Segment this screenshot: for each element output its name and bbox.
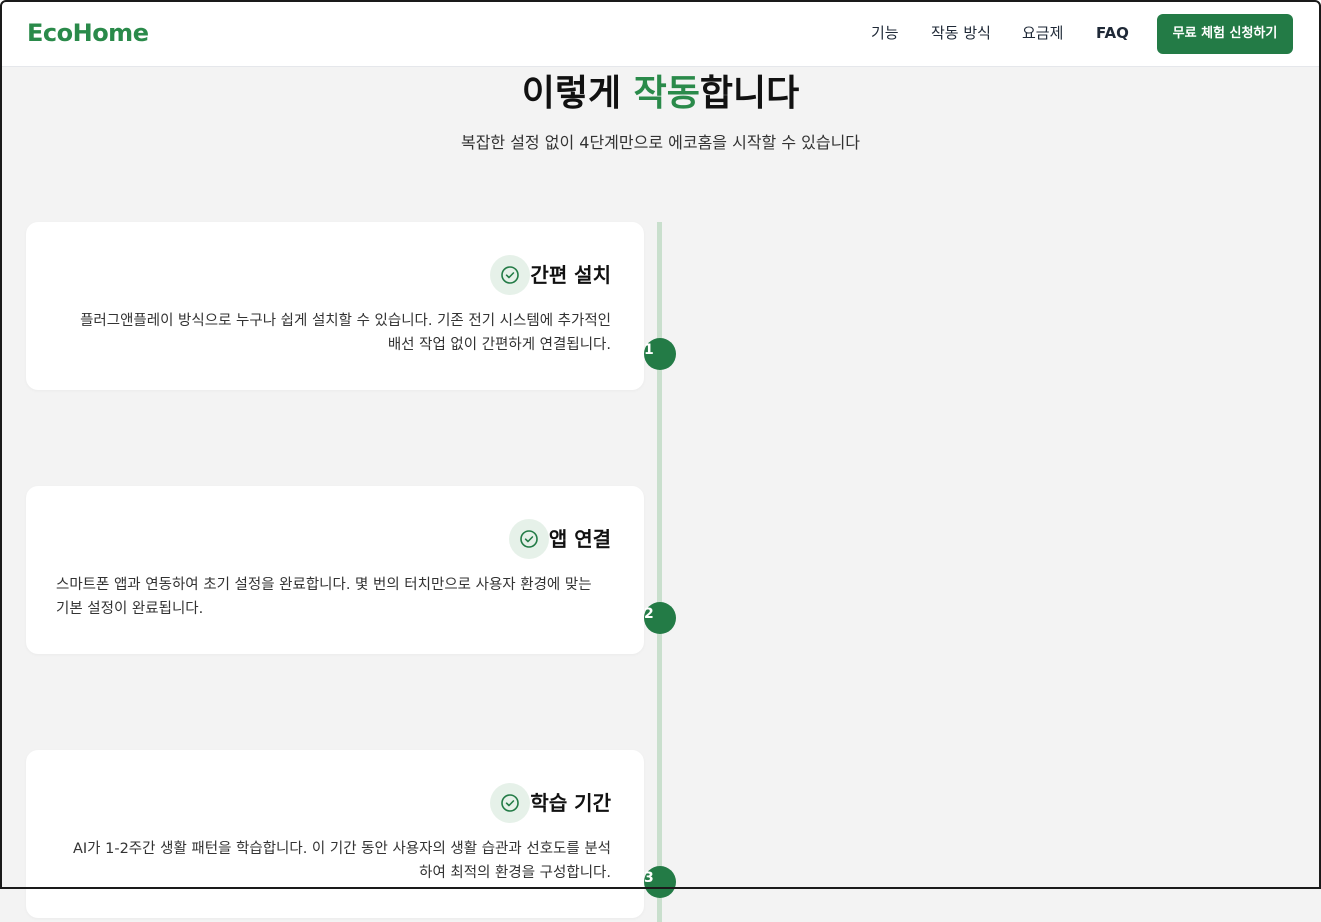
- step-card-3: 학습 기간 AI가 1-2주간 생활 패턴을 학습합니다. 이 기간 동안 사용…: [26, 750, 644, 918]
- step-description: AI가 1-2주간 생활 패턴을 학습합니다. 이 기간 동안 사용자의 생활 …: [56, 837, 611, 885]
- step-title: 학습 기간: [530, 791, 611, 815]
- step-marker-3: 3: [644, 866, 676, 898]
- step-description-line: 기본 설정이 완료됩니다.: [56, 601, 204, 617]
- section-title-suffix: 합니다: [699, 73, 800, 114]
- section-title: 이렇게 작동합니다: [0, 70, 1321, 118]
- step-description: 스마트폰 앱과 연동하여 초기 설정을 완료합니다. 몇 번의 터치만으로 사용…: [56, 573, 611, 621]
- step-description-line: 하여 최적의 환경을 구성합니다.: [419, 865, 611, 881]
- step-title: 앱 연결: [548, 527, 611, 551]
- step-description: 플러그앤플레이 방식으로 누구나 쉽게 설치할 수 있습니다. 기존 전기 시스…: [56, 309, 611, 357]
- logo[interactable]: EcoHome: [27, 18, 149, 48]
- nav-link-features[interactable]: 기능: [871, 22, 899, 44]
- step-number: 1: [644, 342, 654, 358]
- timeline-line: [657, 222, 662, 922]
- section-subtitle: 복잡한 설정 없이 4단계만으로 에코홈을 시작할 수 있습니다: [460, 133, 861, 152]
- step-marker-1: 1: [644, 338, 676, 370]
- nav-link-how-it-works[interactable]: 작동 방식: [931, 22, 991, 44]
- nav-link-faq[interactable]: FAQ: [1096, 22, 1129, 44]
- step-card-1: 간편 설치 플러그앤플레이 방식으로 누구나 쉽게 설치할 수 있습니다. 기존…: [26, 222, 644, 390]
- step-card-header: 앱 연결: [508, 519, 611, 559]
- step-number: 2: [644, 606, 654, 622]
- step-card-header: 학습 기간: [490, 783, 611, 823]
- step-description-line: 플러그앤플레이 방식으로 누구나 쉽게 설치할 수 있습니다. 기존 전기 시스…: [80, 313, 611, 329]
- section-title-prefix: 이렇게: [521, 73, 634, 114]
- section-title-accent: 작동: [633, 73, 700, 114]
- nav-link-pricing[interactable]: 요금제: [1022, 22, 1063, 44]
- check-circle-icon: [508, 519, 549, 559]
- free-trial-button[interactable]: 무료 체험 신청하기: [1157, 14, 1293, 54]
- step-number: 3: [644, 870, 654, 886]
- check-circle-icon: [490, 783, 531, 823]
- step-title: 간편 설치: [530, 263, 611, 287]
- step-description-line: 배선 작업 없이 간편하게 연결됩니다.: [387, 337, 611, 353]
- step-card-header: 간편 설치: [490, 255, 611, 295]
- step-description-line: AI가 1-2주간 생활 패턴을 학습합니다. 이 기간 동안 사용자의 생활 …: [72, 841, 611, 857]
- step-description-line: 스마트폰 앱과 연동하여 초기 설정을 완료합니다. 몇 번의 터치만으로 사용…: [56, 577, 592, 593]
- step-marker-2: 2: [644, 602, 676, 634]
- check-circle-icon: [490, 255, 531, 295]
- step-card-2: 앱 연결 스마트폰 앱과 연동하여 초기 설정을 완료합니다. 몇 번의 터치만…: [26, 486, 644, 654]
- site-header: EcoHome 기능 작동 방식 요금제 FAQ 무료 체험 신청하기: [0, 0, 1321, 67]
